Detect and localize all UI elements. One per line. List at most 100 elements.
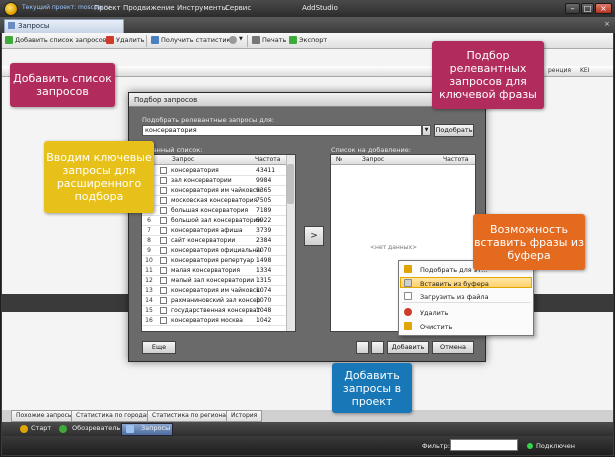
row-query: сайт консерватории <box>171 237 236 244</box>
clear-icon <box>404 322 412 330</box>
row-checkbox[interactable] <box>160 247 167 254</box>
column-query[interactable]: Запрос <box>362 156 384 163</box>
tab-city-stats[interactable]: Статистика по городам <box>71 410 156 422</box>
add-button[interactable]: Добавить <box>387 341 429 354</box>
pick-button[interactable]: Подобрать <box>434 124 474 137</box>
menu-tools[interactable]: Инструменты <box>177 4 227 12</box>
no-data-label: <нет данных> <box>370 244 418 251</box>
file-icon[interactable] <box>371 341 384 354</box>
column-num[interactable]: № <box>336 156 342 163</box>
toolbar-separator <box>146 35 147 47</box>
row-checkbox[interactable] <box>160 277 167 284</box>
row-num: 11 <box>145 267 153 274</box>
row-query: малый зал консерватории <box>171 277 255 284</box>
minimize-button[interactable]: – <box>565 3 580 14</box>
keyword-combo-input[interactable]: консерватория <box>142 125 422 136</box>
row-query: большая консерватория <box>171 207 249 214</box>
row-num: 10 <box>145 257 153 264</box>
filter-input[interactable] <box>450 439 518 451</box>
move-to-add-button[interactable]: > <box>304 226 324 246</box>
menu-item-clear[interactable]: Очистить <box>420 323 452 331</box>
row-freq: 1498 <box>256 257 272 264</box>
close-button[interactable]: × <box>595 3 612 14</box>
menu-item-paste[interactable]: Вставить из буфера <box>420 280 489 288</box>
tab-history[interactable]: История <box>226 410 263 422</box>
row-checkbox[interactable] <box>160 197 167 204</box>
export-icon <box>289 36 297 44</box>
row-freq: 7189 <box>256 207 272 214</box>
app-logo-icon[interactable] <box>4 2 18 16</box>
menu-item-load-file[interactable]: Загрузить из файла <box>420 293 489 301</box>
nav-tab-browser[interactable]: Обозреватель <box>72 424 120 435</box>
row-checkbox[interactable] <box>160 167 167 174</box>
row-freq: 1042 <box>256 317 272 324</box>
row-query: рахманиновский зал консерв. <box>171 297 261 304</box>
row-query: малая консерватория <box>171 267 240 274</box>
row-freq: 1048 <box>256 307 272 314</box>
print-button[interactable]: Печать <box>262 36 286 44</box>
tab-region-stats[interactable]: Статистика по регионам <box>147 410 236 422</box>
row-query: консерватория <box>171 167 219 174</box>
start-icon <box>20 425 28 433</box>
nav-tab-queries[interactable]: Запросы <box>141 424 170 435</box>
get-stats-button[interactable]: Получить статистику <box>161 36 234 44</box>
menu-item-delete[interactable]: Удалить <box>420 309 448 317</box>
cancel-button[interactable]: Отмена <box>432 341 474 354</box>
row-checkbox[interactable] <box>160 257 167 264</box>
row-freq: 7505 <box>256 197 272 204</box>
settings-icon[interactable] <box>229 36 237 44</box>
row-query: консерватория официальный <box>171 247 261 254</box>
document-icon <box>8 22 15 29</box>
row-checkbox[interactable] <box>160 177 167 184</box>
row-freq: 6922 <box>256 217 272 224</box>
tab-close-icon[interactable]: × <box>604 20 610 28</box>
row-checkbox[interactable] <box>160 267 167 274</box>
nav-tab-start[interactable]: Старт <box>31 424 51 435</box>
menu-project[interactable]: Проект <box>94 4 121 12</box>
row-freq: 1334 <box>256 267 272 274</box>
row-checkbox[interactable] <box>160 207 167 214</box>
paste-icon[interactable] <box>356 341 369 354</box>
status-bar <box>2 436 613 455</box>
callout-keywords: Вводим ключевые запросы для расширенного… <box>44 141 154 213</box>
connection-status: Подключен <box>536 442 575 450</box>
row-checkbox[interactable] <box>160 187 167 194</box>
row-query: консерватория москва <box>171 317 243 324</box>
menu-service[interactable]: Сервис <box>225 4 251 12</box>
callout-paste: Возможность вставить фразы из буфера <box>473 214 585 270</box>
maximize-button[interactable]: □ <box>581 3 594 14</box>
column-query[interactable]: Запрос <box>172 156 194 163</box>
row-checkbox[interactable] <box>160 237 167 244</box>
row-query: московская консерватория <box>171 197 258 204</box>
row-freq: 43411 <box>256 167 276 174</box>
more-button[interactable]: Еще <box>142 341 176 354</box>
callout-pick: Подбор релевантных запросов для ключевой… <box>432 41 544 109</box>
row-freq: 1315 <box>256 277 272 284</box>
add-icon <box>5 36 13 44</box>
row-checkbox[interactable] <box>160 317 167 324</box>
combo-dropdown-icon[interactable]: ▼ <box>422 125 431 136</box>
scrollbar-thumb[interactable] <box>287 164 294 204</box>
row-num: 8 <box>147 237 151 244</box>
menu-promotion[interactable]: Продвижение <box>123 4 175 12</box>
row-checkbox[interactable] <box>160 297 167 304</box>
add-list-button[interactable]: Добавить список запросов <box>15 36 107 44</box>
menu-separator <box>402 302 530 303</box>
delete-button[interactable]: Удалить <box>116 36 144 44</box>
browser-icon <box>59 425 67 433</box>
row-query: консерватория им чайковского <box>171 187 261 194</box>
grid-column-header[interactable]: KEI <box>580 67 590 74</box>
grid-column-header[interactable]: ренция <box>548 67 571 74</box>
column-freq[interactable]: Частота <box>255 156 280 163</box>
column-freq[interactable]: Частота <box>443 156 468 163</box>
chevron-down-icon[interactable]: ▼ <box>239 36 243 42</box>
tab-similar-queries[interactable]: Похожие запросы <box>11 410 78 422</box>
row-checkbox[interactable] <box>160 287 167 294</box>
row-checkbox[interactable] <box>160 307 167 314</box>
row-num: 13 <box>145 287 153 294</box>
row-checkbox[interactable] <box>160 227 167 234</box>
connection-status-icon <box>527 443 533 449</box>
row-checkbox[interactable] <box>160 217 167 224</box>
row-freq: 3739 <box>256 227 272 234</box>
export-button[interactable]: Экспорт <box>299 36 327 44</box>
